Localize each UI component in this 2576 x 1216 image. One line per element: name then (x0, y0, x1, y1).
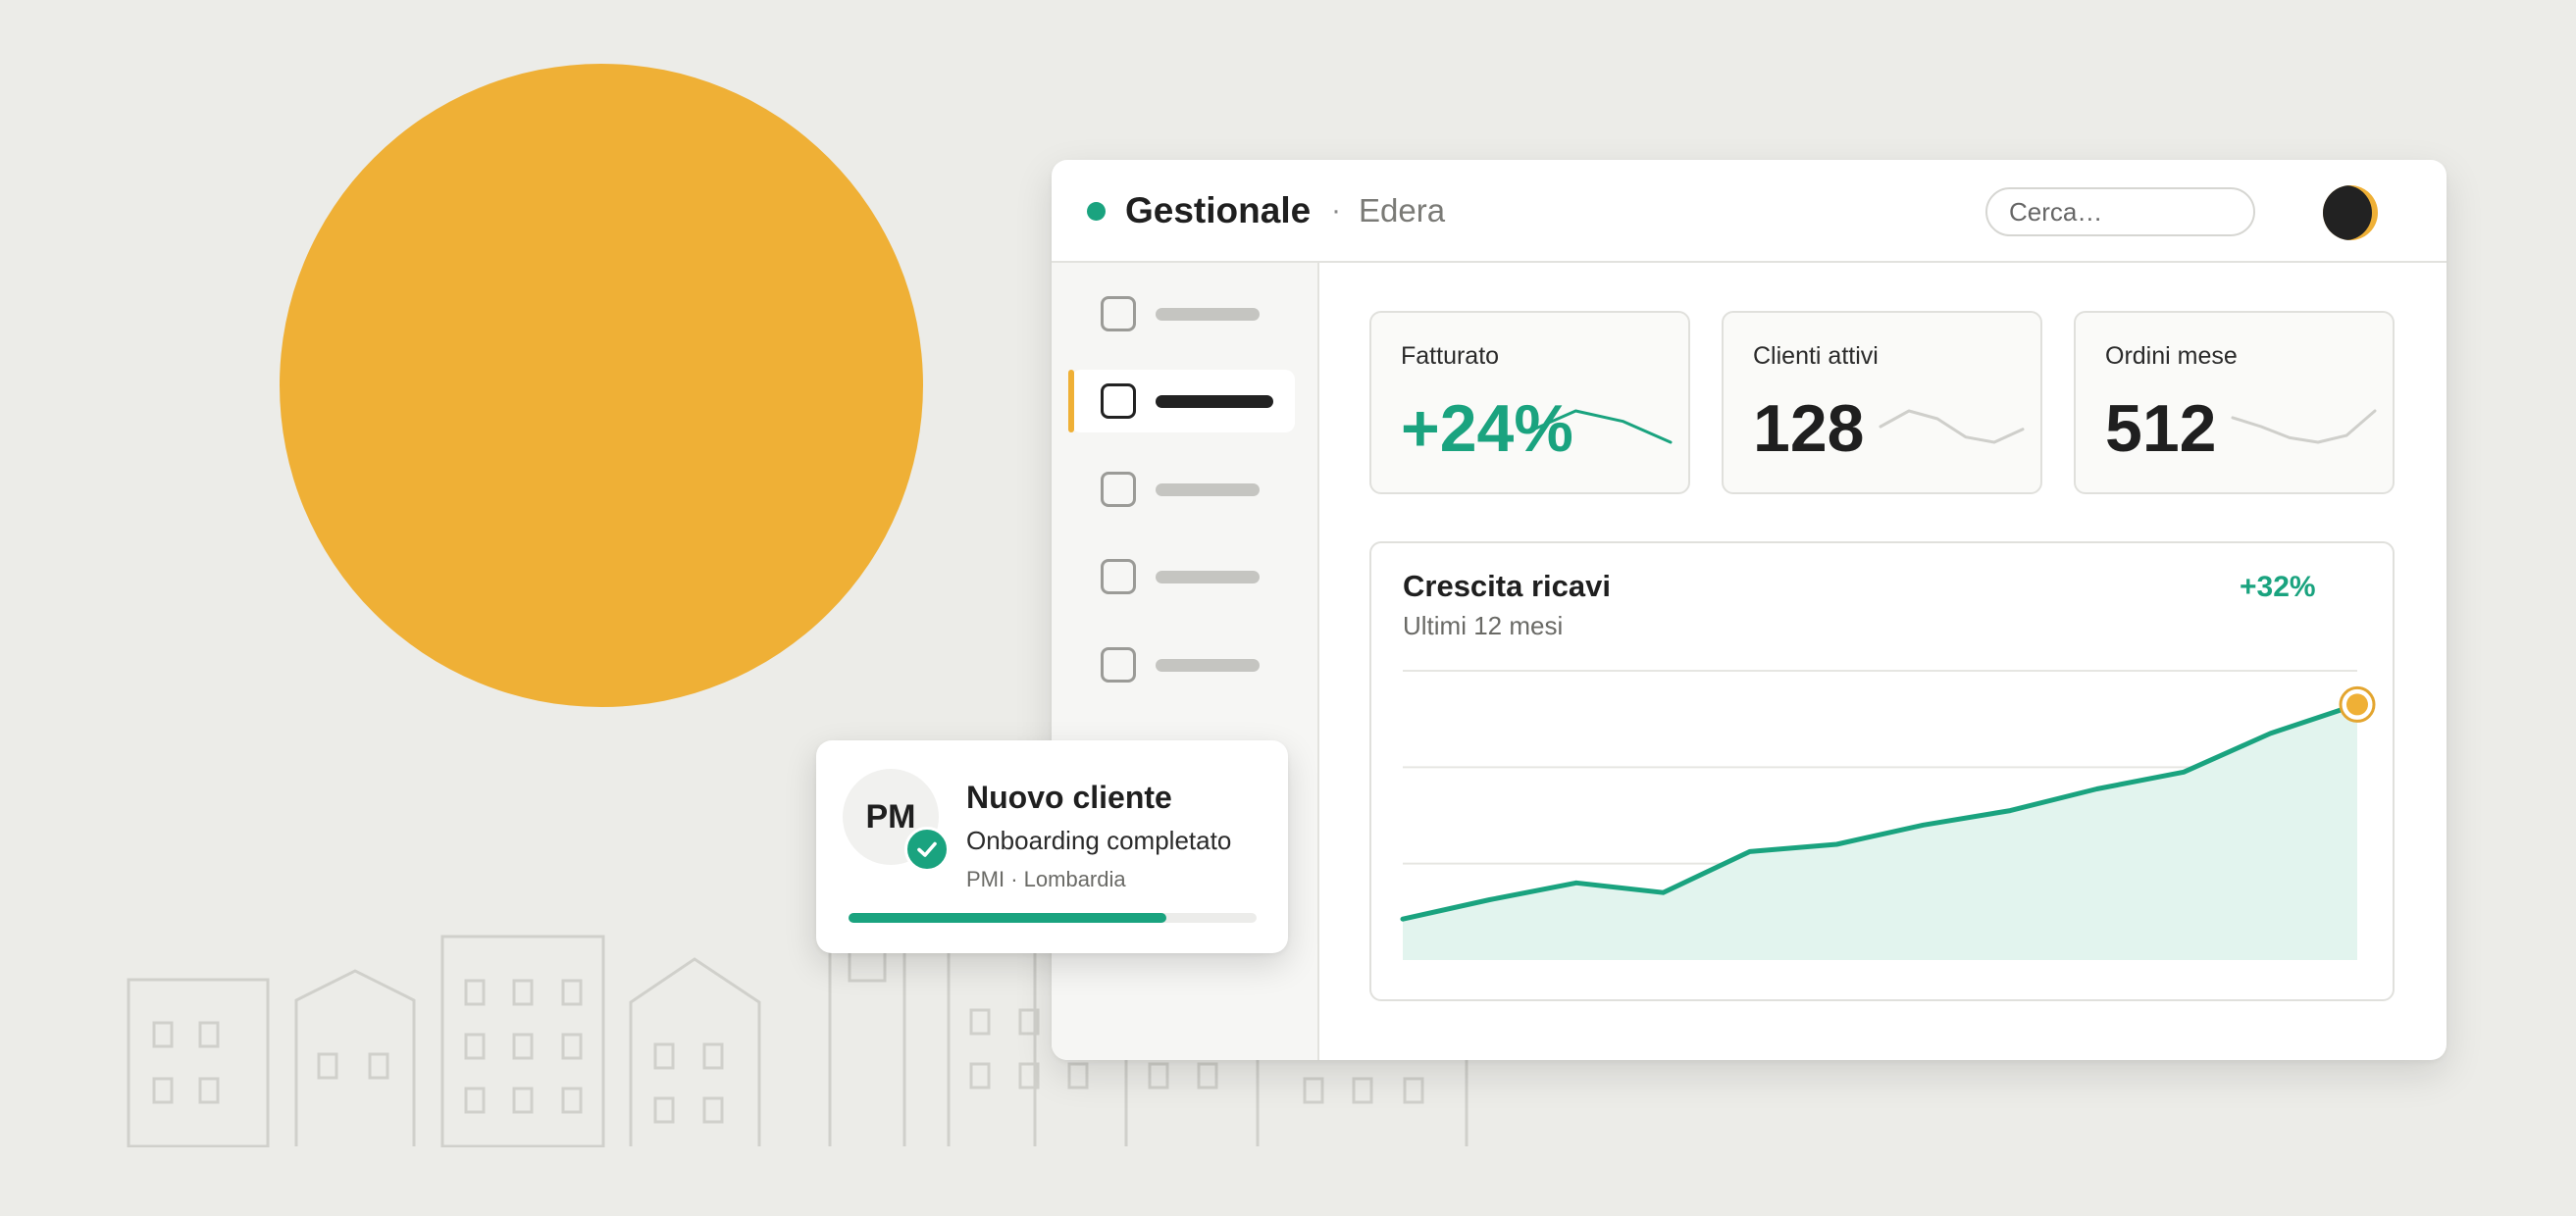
chart-data-point (1745, 846, 1755, 856)
sidebar-item-2-active[interactable] (1068, 370, 1295, 432)
chart-data-point (2092, 784, 2102, 793)
revenue-chart-card: Crescita ricavi Ultimi 12 mesi +32% (1369, 541, 2395, 1001)
kpi-value: +24% (1401, 391, 1573, 466)
title-separator: · (1331, 194, 1341, 227)
sun-circle-decoration (280, 64, 923, 707)
progress-fill (849, 913, 1167, 923)
kpi-card-clienti-attivi[interactable]: Clienti attivi 128 (1722, 311, 2042, 494)
chart-data-point (1919, 820, 1929, 830)
notification-title: Nuovo cliente (966, 780, 1172, 815)
chart-highlight-point (2346, 693, 2368, 716)
sidebar-item-label-placeholder (1156, 571, 1260, 583)
kpi-card-fatturato[interactable]: Fatturato +24% (1369, 311, 1690, 494)
workspace-name[interactable]: Edera (1359, 189, 1445, 232)
chart-data-point (1398, 914, 1408, 924)
sidebar-item-4[interactable] (1071, 545, 1295, 608)
sparkline-path (2231, 409, 2377, 444)
status-dot-icon (1087, 202, 1106, 221)
sidebar-item-label-placeholder (1156, 659, 1260, 672)
notification-meta: PMI · Lombardia (966, 867, 1126, 891)
sidebar-item-label-placeholder (1156, 308, 1260, 321)
chart-data-point (1831, 839, 1841, 849)
chart-data-point (2266, 729, 2276, 738)
checkbox-icon (1101, 296, 1136, 331)
checkbox-icon (1101, 647, 1136, 683)
sidebar-item-label-placeholder (1156, 395, 1273, 408)
kpi-card-ordini-mese[interactable]: Ordini mese 512 (2074, 311, 2395, 494)
sidebar-item-5[interactable] (1071, 633, 1295, 696)
search-input[interactable] (1985, 187, 2255, 236)
kpi-value: 128 (1753, 391, 1865, 466)
chart-delta-badge: +32% (2240, 571, 2316, 603)
notification-description: Onboarding completato (966, 826, 1232, 855)
checkbox-icon (1101, 472, 1136, 507)
app-title: Gestionale (1125, 190, 1312, 230)
checkmark-icon (904, 827, 950, 872)
user-avatar-icon[interactable] (2323, 185, 2378, 240)
chart-title: Crescita ricavi (1403, 569, 1611, 603)
chart-data-point (2179, 767, 2189, 777)
notification-card[interactable]: PM Nuovo cliente Onboarding completato P… (816, 740, 1288, 953)
checkbox-icon (1101, 383, 1136, 419)
chart-data-point (1484, 895, 1494, 905)
top-bar: Gestionale · Edera (1052, 160, 2447, 263)
sidebar-item-3[interactable] (1071, 458, 1295, 521)
chart-subtitle: Ultimi 12 mesi (1403, 611, 1564, 640)
chart-data-point (2005, 806, 2015, 816)
sparkline-path (1879, 409, 2025, 444)
kpi-value: 512 (2105, 391, 2217, 466)
sidebar-item-label-placeholder (1156, 483, 1260, 496)
sidebar-item-1[interactable] (1071, 282, 1295, 345)
checkbox-icon (1101, 559, 1136, 594)
chart-data-point (1658, 887, 1668, 897)
chart-data-point (1571, 878, 1581, 887)
onboarding-progress-bar (849, 913, 1257, 923)
